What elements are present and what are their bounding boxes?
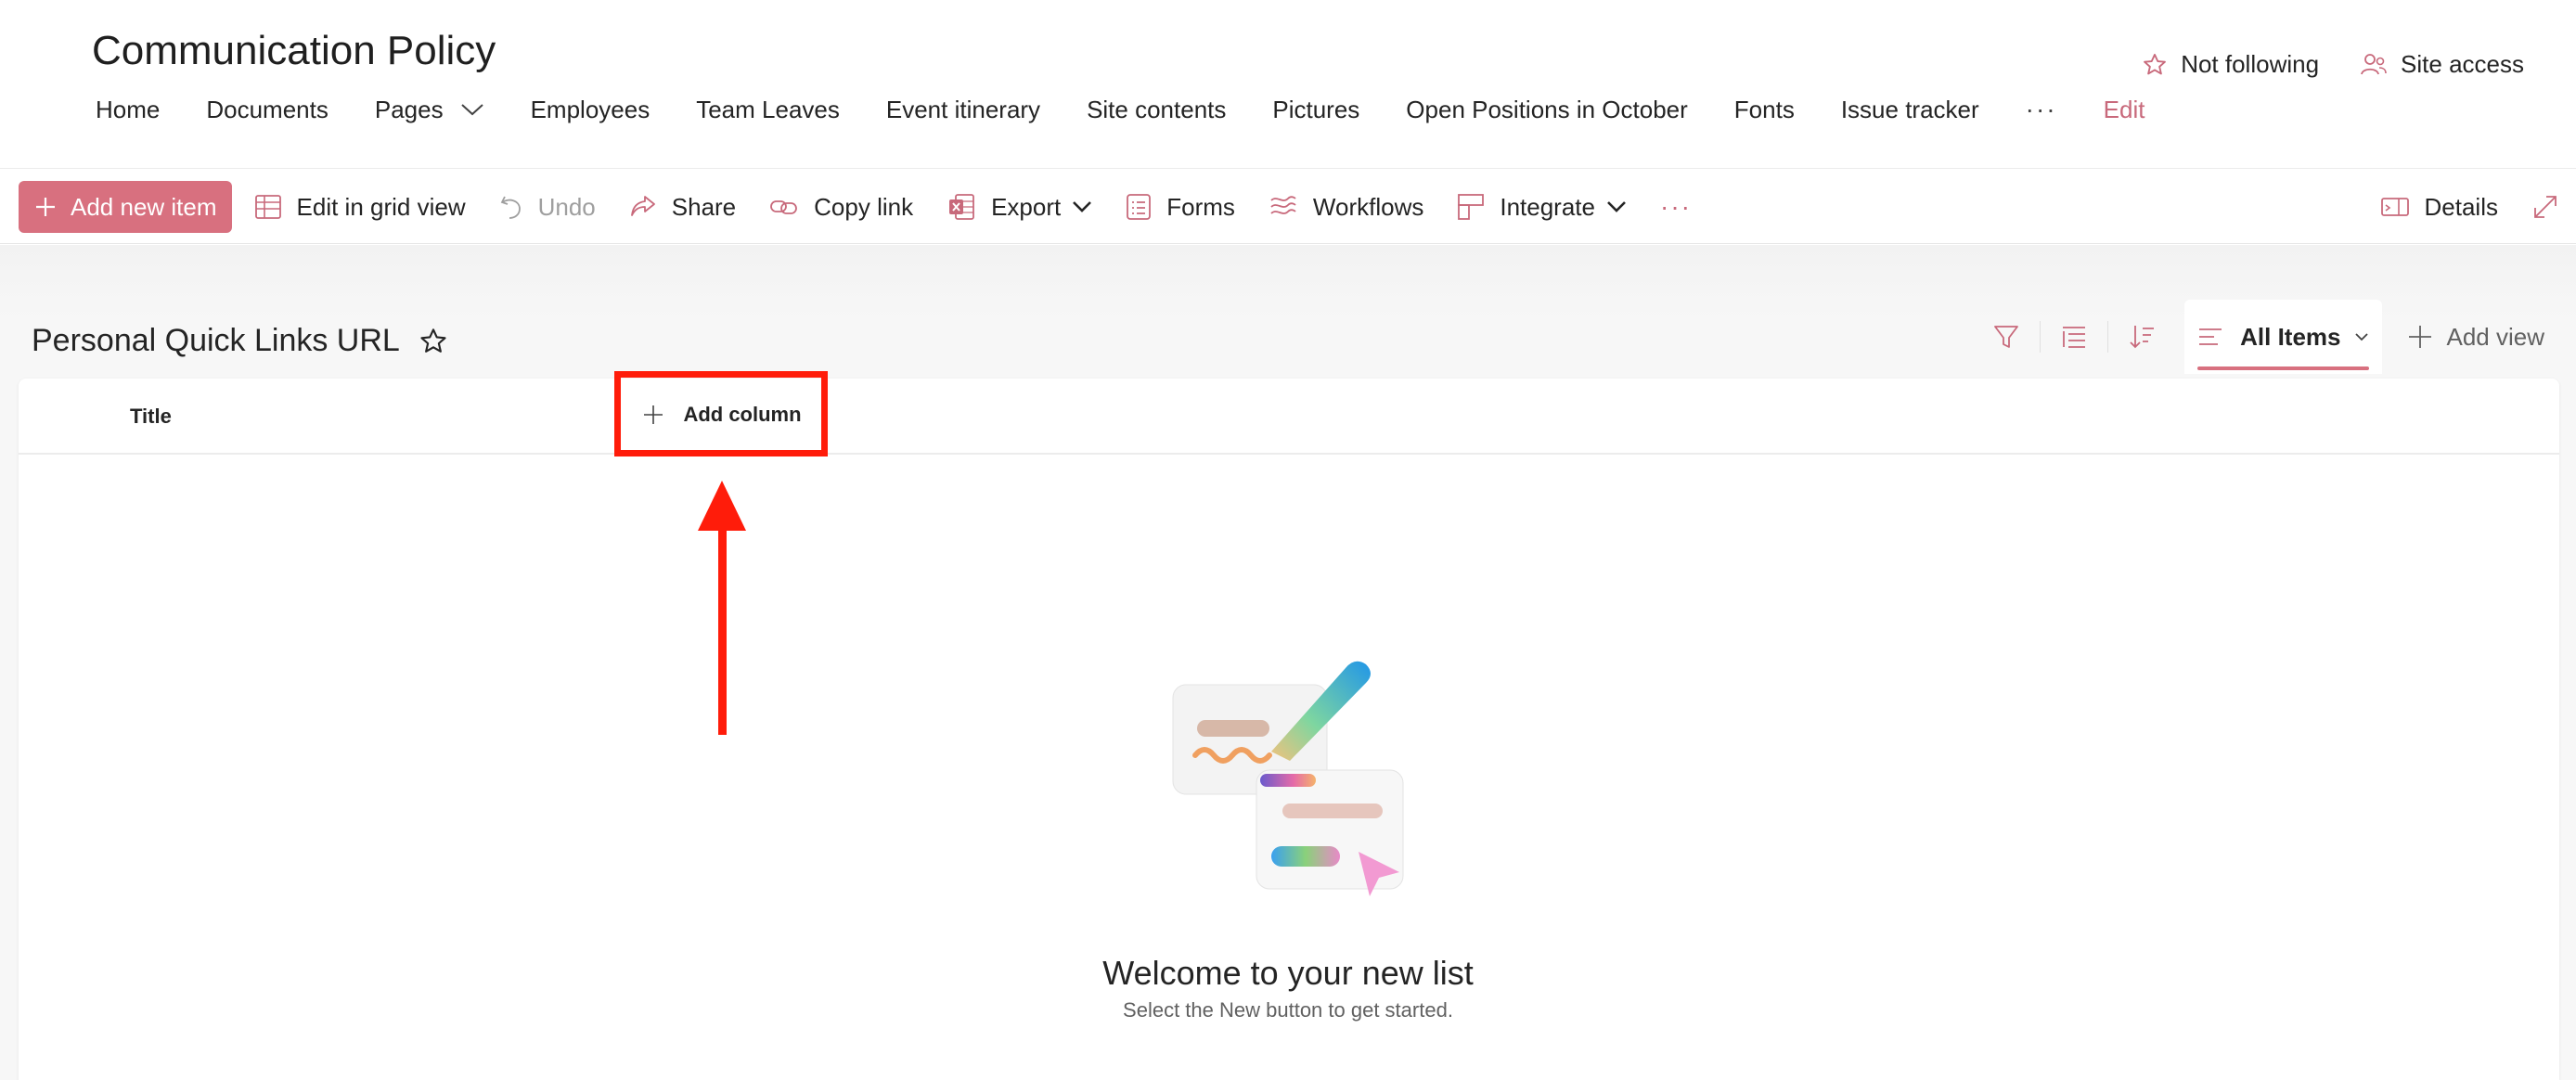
edit-grid-view-button[interactable]: Edit in grid view [254, 193, 466, 222]
more-commands-button[interactable]: ··· [1660, 192, 1692, 222]
nav-item-employees[interactable]: Employees [531, 96, 650, 124]
nav-edit-link[interactable]: Edit [2104, 96, 2145, 124]
sort-icon [2130, 326, 2155, 349]
filter-button[interactable] [1973, 302, 2040, 371]
nav-item-pages-label: Pages [374, 95, 444, 123]
group-icon [2063, 327, 2086, 348]
form-icon [1127, 194, 1152, 220]
site-access-button[interactable]: Site access [2360, 50, 2524, 79]
export-button[interactable]: Export [947, 192, 1092, 222]
site-title[interactable]: Communication Policy [92, 28, 496, 74]
nav-more-button[interactable]: ··· [2026, 95, 2057, 124]
integrate-button[interactable]: Integrate [1457, 193, 1627, 222]
nav-item-site-contents[interactable]: Site contents [1087, 96, 1226, 124]
forms-label: Forms [1166, 192, 1235, 221]
sort-button[interactable] [2108, 302, 2175, 371]
list-view-icon [2199, 328, 2222, 345]
command-bar: Add new item Edit in grid view Undo Shar… [0, 170, 2576, 244]
integrate-icon [1458, 194, 1485, 220]
plus-icon [2408, 326, 2431, 348]
details-pane-icon [2380, 198, 2409, 216]
group-by-button[interactable] [2041, 302, 2107, 371]
details-button[interactable]: Details [2380, 193, 2498, 222]
nav-item-pages[interactable]: Pages [375, 96, 484, 124]
share-icon [630, 196, 655, 216]
chevron-down-icon [460, 104, 483, 116]
nav-item-fonts[interactable]: Fonts [1734, 96, 1795, 124]
star-icon[interactable] [419, 327, 448, 356]
add-new-item-button[interactable]: Add new item [19, 181, 232, 233]
chevron-down-icon [1073, 201, 1092, 212]
site-navigation: Home Documents Pages Employees Team Leav… [96, 91, 2191, 128]
plus-icon [36, 198, 55, 216]
empty-state-title: Welcome to your new list [1102, 954, 1474, 992]
link-icon [770, 200, 798, 214]
undo-icon [500, 196, 521, 219]
star-icon [2144, 53, 2167, 74]
chevron-down-icon [2354, 333, 2368, 341]
add-new-item-label: Add new item [71, 192, 217, 221]
view-toolbar: All Items Add view [1973, 300, 2545, 374]
annotation-highlight-box [614, 371, 828, 456]
share-label: Share [671, 192, 737, 221]
annotation-arrow [698, 481, 746, 735]
grid-icon [254, 195, 281, 219]
workflows-label: Workflows [1312, 192, 1424, 221]
excel-icon [949, 194, 974, 220]
nav-item-team-leaves[interactable]: Team Leaves [696, 96, 840, 124]
copy-link-button[interactable]: Copy link [769, 193, 913, 222]
nav-item-open-positions[interactable]: Open Positions in October [1406, 96, 1688, 124]
view-selected-indicator [2197, 366, 2369, 370]
edit-grid-view-label: Edit in grid view [296, 192, 466, 221]
forms-button[interactable]: Forms [1126, 193, 1235, 222]
details-label: Details [2424, 192, 2498, 221]
workflow-icon [1270, 196, 1296, 214]
nav-item-home[interactable]: Home [96, 96, 160, 124]
column-header-title[interactable]: Title [130, 405, 172, 429]
workflows-button[interactable]: Workflows [1269, 193, 1423, 222]
follow-label: Not following [2181, 50, 2320, 78]
nav-item-documents[interactable]: Documents [206, 96, 328, 124]
follow-button[interactable]: Not following [2142, 50, 2319, 79]
empty-list-illustration [1172, 661, 1404, 896]
list-title-text: Personal Quick Links URL [32, 323, 400, 358]
undo-button[interactable]: Undo [499, 193, 596, 222]
list-title: Personal Quick Links URL [32, 323, 448, 359]
people-icon [2361, 53, 2387, 74]
nav-item-event-itinerary[interactable]: Event itinerary [886, 96, 1040, 124]
chevron-down-icon [1607, 201, 1626, 212]
site-header: Communication Policy Home Documents Page… [0, 0, 2576, 169]
nav-item-pictures[interactable]: Pictures [1272, 96, 1359, 124]
list-header-row: Title [19, 379, 2559, 455]
expand-icon[interactable] [2531, 193, 2559, 221]
integrate-label: Integrate [1500, 192, 1595, 221]
add-view-label: Add view [2446, 322, 2545, 351]
header-actions: Not following Site access [2101, 50, 2524, 79]
share-button[interactable]: Share [629, 193, 736, 222]
view-selector-all-items[interactable]: All Items [2184, 300, 2382, 374]
filter-icon [1994, 326, 2019, 348]
nav-item-issue-tracker[interactable]: Issue tracker [1841, 96, 1979, 124]
site-access-label: Site access [2401, 50, 2524, 78]
view-name: All Items [2240, 322, 2341, 351]
undo-label: Undo [537, 192, 596, 221]
copy-link-label: Copy link [814, 192, 914, 221]
empty-state-subtitle: Select the New button to get started. [1123, 998, 1453, 1022]
add-view-button[interactable]: Add view [2406, 322, 2545, 352]
export-label: Export [991, 192, 1062, 221]
